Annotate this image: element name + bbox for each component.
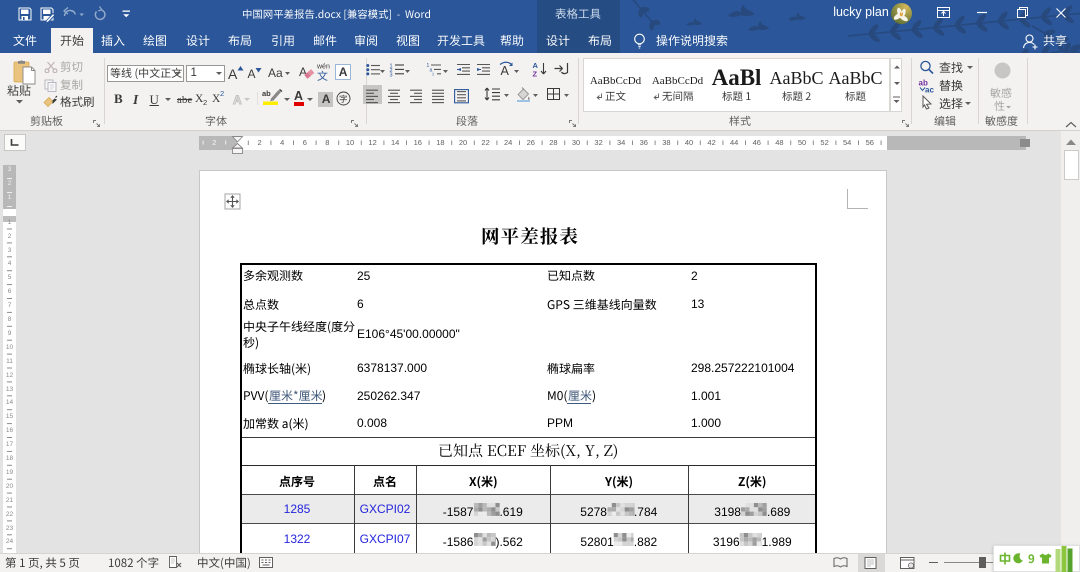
svg-text:ac: ac (925, 86, 934, 94)
svg-text:i: i (433, 72, 434, 77)
svg-text:A: A (501, 64, 510, 77)
svg-text:3: 3 (390, 72, 393, 77)
svg-text:ab: ab (262, 89, 271, 98)
svg-text:Z: Z (533, 70, 538, 78)
